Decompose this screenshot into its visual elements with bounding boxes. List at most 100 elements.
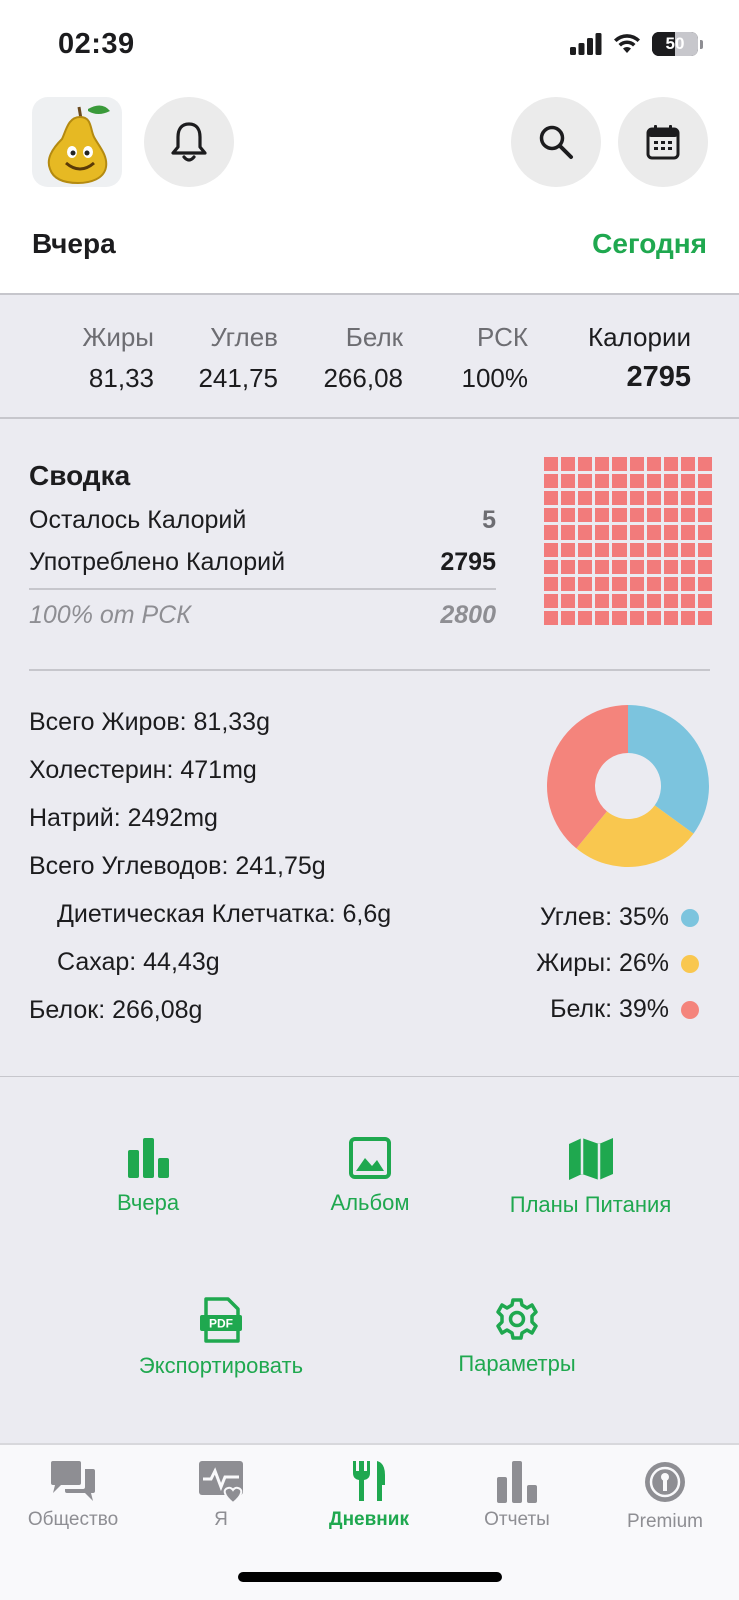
tab-label: Я (214, 1509, 228, 1530)
grid-cell (646, 610, 661, 625)
grid-cell (697, 576, 712, 591)
grid-cell (561, 525, 576, 540)
tab-label: Отчеты (484, 1509, 550, 1530)
grid-cell (663, 457, 678, 472)
tile-label: Планы Питания (509, 1192, 672, 1217)
app-logo[interactable] (32, 97, 122, 187)
calendar-icon (646, 125, 680, 160)
remaining-calories-label: Осталось Калорий (29, 506, 247, 534)
pear-icon (47, 105, 110, 185)
dietary-fiber: Диетическая Клетчатка: 6,6g (57, 900, 392, 928)
search-icon (539, 125, 573, 159)
grid-cell (629, 559, 644, 574)
album-button[interactable]: Альбом (305, 1136, 435, 1216)
today-button[interactable]: Сегодня (592, 228, 707, 260)
grid-cell (663, 525, 678, 540)
grid-cell (663, 559, 678, 574)
grid-cell (578, 491, 593, 506)
legend-dot (681, 908, 699, 927)
grid-cell (663, 491, 678, 506)
tab-me[interactable]: Я (156, 1459, 286, 1531)
grid-cell (612, 576, 627, 591)
settings-button[interactable]: Параметры (450, 1297, 584, 1377)
grid-cell (612, 525, 627, 540)
grid-cell (697, 525, 712, 540)
grid-cell (578, 593, 593, 608)
tile-label: Параметры (458, 1351, 576, 1376)
calories-label: Калории (587, 322, 691, 352)
tab-diary[interactable]: Дневник (304, 1459, 434, 1531)
export-button[interactable]: PDF Экспортировать (128, 1297, 314, 1379)
grid-cell (544, 576, 559, 591)
grid-cell (544, 525, 559, 540)
grid-cell (595, 542, 610, 557)
grid-cell (595, 593, 610, 608)
divider (0, 293, 739, 295)
grid-cell (612, 542, 627, 557)
grid-cell (646, 593, 661, 608)
grid-cell (612, 559, 627, 574)
legend-dot (681, 1000, 699, 1019)
grid-cell (561, 593, 576, 608)
grid-cell (629, 474, 644, 489)
grid-cell (544, 610, 559, 625)
grid-cell (663, 576, 678, 591)
grid-cell (612, 508, 627, 523)
meal-plans-button[interactable]: Планы Питания (488, 1136, 693, 1218)
grid-cell (663, 593, 678, 608)
rdi-percent-label: 100% от РСК (29, 601, 192, 629)
map-icon (568, 1138, 613, 1180)
macro-value: 266,08 (323, 363, 403, 393)
home-indicator (238, 1572, 502, 1582)
legend-fat: Жиры: 26% (536, 949, 699, 978)
grid-cell (578, 559, 593, 574)
calendar-button[interactable] (618, 97, 708, 187)
legend-label: Жиры: 26% (536, 949, 669, 977)
section-divider (29, 669, 710, 671)
notifications-button[interactable] (144, 97, 234, 187)
grid-cell (561, 491, 576, 506)
grid-cell (680, 610, 695, 625)
grid-cell (629, 576, 644, 591)
legend-label: Белк: 39% (550, 995, 669, 1023)
tab-premium[interactable]: Premium (600, 1459, 730, 1533)
summary-divider (29, 588, 496, 590)
sodium: Натрий: 2492mg (29, 804, 218, 832)
grid-cell (697, 610, 712, 625)
status-time: 02:39 (58, 28, 135, 60)
status-icons: 50 (570, 32, 703, 56)
grid-cell (697, 593, 712, 608)
grid-cell (612, 491, 627, 506)
grid-cell (663, 474, 678, 489)
grid-cell (561, 457, 576, 472)
grid-cell (578, 508, 593, 523)
grid-cell (544, 559, 559, 574)
battery-level: 50 (665, 34, 685, 53)
consumed-calories-value: 2795 (440, 548, 496, 576)
grid-cell (578, 542, 593, 557)
legend-label: Углев: 35% (539, 903, 669, 931)
svg-text:PDF: PDF (209, 1317, 233, 1331)
search-button[interactable] (511, 97, 601, 187)
tab-reports[interactable]: Отчеты (452, 1459, 582, 1531)
tab-community[interactable]: Общество (8, 1459, 138, 1531)
macro-protein: Белк 266,08 (323, 322, 403, 394)
macro-fat: Жиры 81,33 (82, 322, 154, 394)
macro-label: Белк (345, 322, 403, 352)
macro-carbs: Углев 241,75 (198, 322, 278, 394)
grid-cell (544, 491, 559, 506)
legend-carbs: Углев: 35% (540, 903, 699, 932)
grid-cell (646, 474, 661, 489)
grid-cell (629, 491, 644, 506)
tab-label: Premium (626, 1511, 703, 1532)
grid-cell (697, 508, 712, 523)
calories-value: 2795 (626, 361, 691, 393)
yesterday-report-button[interactable]: Вчера (88, 1136, 208, 1216)
tile-label: Альбом (330, 1190, 410, 1215)
fork-knife-icon (353, 1461, 385, 1501)
grid-cell (697, 559, 712, 574)
sugar: Сахар: 44,43g (57, 948, 220, 976)
cholesterol: Холестерин: 471mg (29, 756, 257, 784)
macro-value: 100% (461, 363, 529, 393)
grid-cell (680, 576, 695, 591)
